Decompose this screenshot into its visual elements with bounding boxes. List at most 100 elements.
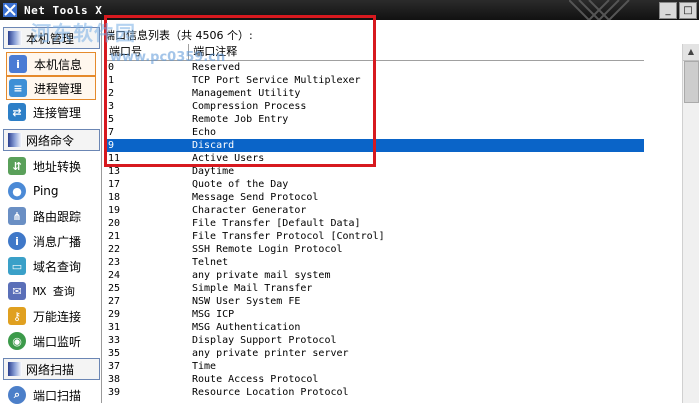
port-note-cell: Reserved bbox=[192, 62, 241, 73]
table-row[interactable]: 22 SSH Remote Login Protocol bbox=[106, 243, 644, 256]
table-row[interactable]: 18 Message Send Protocol bbox=[106, 191, 644, 204]
port-number-cell: 31 bbox=[108, 322, 121, 333]
sidebar-item-domain-query[interactable]: ▭ 域名查询 bbox=[6, 255, 96, 277]
sidebar-item-mx-query[interactable]: ✉ MX 查询 bbox=[6, 280, 96, 302]
table-row[interactable]: 39 Resource Location Protocol bbox=[106, 386, 644, 399]
table-row[interactable]: 20 File Transfer [Default Data] bbox=[106, 217, 644, 230]
sidebar-item-ping[interactable]: ● Ping bbox=[6, 180, 96, 202]
table-row[interactable]: 29 MSG ICP bbox=[106, 308, 644, 321]
port-number-cell: 33 bbox=[108, 335, 121, 346]
table-row[interactable]: 9 Discard bbox=[106, 139, 644, 152]
port-table[interactable]: 端口号 端口注释 0 Reserved 1 TCP Port Service Mult… bbox=[106, 44, 644, 399]
group-network-scan[interactable]: 网络扫描 bbox=[3, 358, 100, 380]
table-row[interactable]: 25 Simple Mail Transfer bbox=[106, 282, 644, 295]
port-number-cell: 9 bbox=[108, 140, 115, 151]
table-row[interactable]: 31 MSG Authentication bbox=[106, 321, 644, 334]
group-label: 网络扫描 bbox=[26, 362, 75, 377]
port-number-cell: 20 bbox=[108, 218, 121, 229]
port-number-cell: 19 bbox=[108, 205, 121, 216]
scroll-thumb[interactable] bbox=[684, 61, 699, 103]
table-body: 0 Reserved 1 TCP Port Service Multiplexer 2 M… bbox=[106, 61, 644, 399]
broadcast-icon: i bbox=[8, 232, 26, 250]
sidebar-item-broadcast[interactable]: i 消息广播 bbox=[6, 230, 96, 252]
table-row[interactable]: 37 Time bbox=[106, 360, 644, 373]
port-listen-icon: ◉ bbox=[8, 332, 26, 350]
port-note-cell: Active Users bbox=[192, 153, 265, 164]
minimize-button[interactable]: _ bbox=[659, 2, 677, 19]
route-trace-icon: ⋔ bbox=[8, 207, 26, 225]
connection-icon: ⇄ bbox=[8, 103, 26, 121]
table-row[interactable]: 19 Character Generator bbox=[106, 204, 644, 217]
port-note-cell: Message Send Protocol bbox=[192, 192, 319, 203]
port-number-cell: 2 bbox=[108, 88, 115, 99]
table-row[interactable]: 13 Daytime bbox=[106, 165, 644, 178]
maximize-button[interactable]: □ bbox=[679, 2, 697, 19]
table-row[interactable]: 3 Compression Process bbox=[106, 100, 644, 113]
group-bar-icon bbox=[8, 362, 22, 376]
computer-info-icon: i bbox=[9, 55, 27, 73]
sidebar-item-port-listen[interactable]: ◉ 端口监听 bbox=[6, 330, 96, 352]
table-row[interactable]: 17 Quote of the Day bbox=[106, 178, 644, 191]
port-note-cell: Compression Process bbox=[192, 101, 307, 112]
port-note-cell: Telnet bbox=[192, 257, 229, 268]
title-decoration bbox=[569, 0, 630, 20]
scroll-up-icon[interactable]: ▲ bbox=[683, 44, 699, 61]
sidebar-item-route-trace[interactable]: ⋔ 路由跟踪 bbox=[6, 205, 96, 227]
watermark-url: www.pc0359.cn bbox=[110, 50, 226, 65]
sidebar-item-process[interactable]: ≡ 进程管理 bbox=[6, 76, 96, 100]
port-note-cell: Discard bbox=[192, 140, 235, 151]
sidebar: 本机管理 i 本机信息 ≡ 进程管理 ⇄ 连接管理 网络命令 ⇵ 地址转换 ● … bbox=[0, 20, 102, 404]
port-note-cell: NSW User System FE bbox=[192, 296, 301, 307]
process-icon: ≡ bbox=[9, 79, 27, 97]
port-note-cell: File Transfer [Default Data] bbox=[192, 218, 361, 229]
column-header-note[interactable]: 端口注释 bbox=[189, 44, 644, 60]
mx-query-icon: ✉ bbox=[8, 282, 26, 300]
port-note-cell: Management Utility bbox=[192, 88, 301, 99]
app-logo-icon bbox=[3, 3, 17, 17]
port-number-cell: 27 bbox=[108, 296, 121, 307]
table-row[interactable]: 27 NSW User System FE bbox=[106, 295, 644, 308]
sidebar-item-connection[interactable]: ⇄ 连接管理 bbox=[6, 101, 96, 123]
sidebar-item-local-info[interactable]: i 本机信息 bbox=[6, 52, 96, 76]
port-note-cell: TCP Port Service Multiplexer bbox=[192, 75, 361, 86]
watermark-title: 河东软件园 bbox=[31, 21, 136, 45]
port-note-cell: MSG ICP bbox=[192, 309, 235, 320]
vertical-scrollbar[interactable]: ▲ bbox=[682, 44, 699, 403]
table-row[interactable]: 24 any private mail system bbox=[106, 269, 644, 282]
table-row[interactable]: 1 TCP Port Service Multiplexer bbox=[106, 74, 644, 87]
group-network-commands[interactable]: 网络命令 bbox=[3, 129, 100, 151]
ping-icon: ● bbox=[8, 182, 26, 200]
port-note-cell: any private mail system bbox=[192, 270, 331, 281]
window-title: Net Tools X bbox=[24, 3, 103, 17]
table-row[interactable]: 23 Telnet bbox=[106, 256, 644, 269]
main-panel: 端口信息列表（共 4506 个）: 端口号 端口注释 0 Reserved 1 TCP… bbox=[102, 20, 699, 403]
table-row[interactable]: 2 Management Utility bbox=[106, 87, 644, 100]
port-number-cell: 39 bbox=[108, 387, 121, 398]
port-number-cell: 17 bbox=[108, 179, 121, 190]
table-row[interactable]: 33 Display Support Protocol bbox=[106, 334, 644, 347]
port-note-cell: Display Support Protocol bbox=[192, 335, 337, 346]
port-note-cell: Resource Location Protocol bbox=[192, 387, 349, 398]
table-row[interactable]: 38 Route Access Protocol bbox=[106, 373, 644, 386]
port-note-cell: Remote Job Entry bbox=[192, 114, 289, 125]
table-row[interactable]: 21 File Transfer Protocol [Control] bbox=[106, 230, 644, 243]
port-number-cell: 5 bbox=[108, 114, 115, 125]
port-number-cell: 35 bbox=[108, 348, 121, 359]
port-number-cell: 37 bbox=[108, 361, 121, 372]
port-number-cell: 1 bbox=[108, 75, 115, 86]
port-note-cell: Simple Mail Transfer bbox=[192, 283, 313, 294]
port-note-cell: SSH Remote Login Protocol bbox=[192, 244, 343, 255]
port-note-cell: File Transfer Protocol [Control] bbox=[192, 231, 385, 242]
sidebar-item-universal-connect[interactable]: ⚷ 万能连接 bbox=[6, 305, 96, 327]
port-number-cell: 24 bbox=[108, 270, 121, 281]
table-row[interactable]: 5 Remote Job Entry bbox=[106, 113, 644, 126]
table-row[interactable]: 35 any private printer server bbox=[106, 347, 644, 360]
port-note-cell: Echo bbox=[192, 127, 217, 138]
table-row[interactable]: 7 Echo bbox=[106, 126, 644, 139]
port-note-cell: Daytime bbox=[192, 166, 235, 177]
sidebar-item-address-convert[interactable]: ⇵ 地址转换 bbox=[6, 155, 96, 177]
table-row[interactable]: 11 Active Users bbox=[106, 152, 644, 165]
port-number-cell: 21 bbox=[108, 231, 121, 242]
port-note-cell: Quote of the Day bbox=[192, 179, 289, 190]
port-number-cell: 11 bbox=[108, 153, 121, 164]
